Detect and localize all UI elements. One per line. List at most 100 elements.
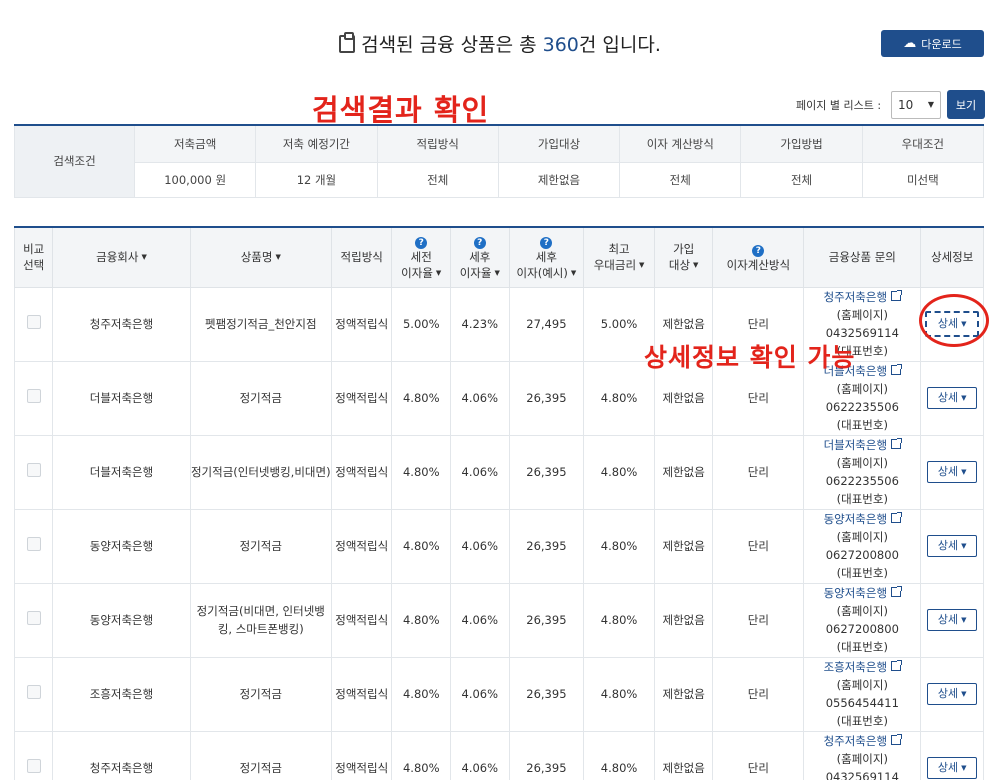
detail-button[interactable]: 상세 ▼ [927,461,978,483]
phone-note: (대표번호) [836,640,888,654]
detail-button[interactable]: 상세 ▼ [927,387,978,409]
detail-button[interactable]: 상세 ▼ [927,757,978,779]
col-product-sort[interactable]: 상품명 ▼ [189,226,332,288]
detail-cell: 상세 ▼ [920,508,984,584]
phone-note: (대표번호) [836,566,888,580]
product-cell: 정기적금 [189,360,332,436]
phone-note: (대표번호) [836,418,888,432]
bank-homepage-link[interactable]: 더블저축은행 [824,438,903,452]
external-link-icon [891,364,903,375]
detail-cell: 상세 ▼ [920,582,984,658]
search-conditions-label: 검색조건 [14,124,135,198]
compare-checkbox[interactable] [26,684,41,699]
interest-cell: 26,395 [508,434,585,510]
product-cell: 정기적금 [189,656,332,732]
view-button[interactable]: 보기 [947,90,986,119]
compare-checkbox[interactable] [26,536,41,551]
col-pretax-sort[interactable]: ? 세전 이자율 ▼ [391,226,452,288]
external-link-icon [891,586,903,597]
homepage-note: (홈페이지) [836,456,888,470]
pretax-rate-cell: 4.80% [391,656,452,732]
bank-homepage-link[interactable]: 조흥저축은행 [824,660,903,674]
col-posttax-sort[interactable]: ? 세후 이자율 ▼ [450,226,510,288]
bank-homepage-link[interactable]: 동양저축은행 [824,586,903,600]
annotation-detail-info: 상세정보 확인 가능 [644,343,856,372]
col-max-rate-sort[interactable]: 최고 우대금리 ▼ [583,226,655,288]
detail-button[interactable]: 상세 ▼ [927,609,978,631]
compare-checkbox[interactable] [26,758,41,773]
homepage-note: (홈페이지) [836,752,888,766]
detail-button[interactable]: 상세 ▼ [927,535,978,557]
target-cell: 제한없음 [653,508,714,584]
col-compare: 비교 선택 [13,226,54,288]
method-cell: 정액적립식 [330,434,393,510]
help-icon[interactable]: ? [415,237,428,250]
download-button[interactable]: ☁ 다운로드 [881,30,984,57]
method-cell: 정액적립식 [330,730,393,780]
bank-homepage-link[interactable]: 청주저축은행 [824,290,903,304]
compare-cell [13,508,54,584]
col-interest-sort[interactable]: ? 세후 이자(예시) ▼ [508,226,585,288]
condition-header: 가입대상 [497,124,621,163]
product-cell: 펫팸정기적금_천안지점 [189,286,332,362]
max-rate-cell: 4.80% [583,730,655,780]
help-icon[interactable]: ? [473,237,486,250]
company-cell: 더블저축은행 [52,434,191,510]
external-link-icon [891,438,903,449]
external-link-icon [891,290,903,301]
col-company-sort[interactable]: 금융회사 ▼ [52,226,191,288]
external-link-icon [891,512,903,523]
pretax-rate-cell: 4.80% [391,582,452,658]
bank-homepage-link[interactable]: 청주저축은행 [824,734,903,748]
condition-value: 미선택 [861,161,985,198]
col-calc: ? 이자계산방식 [712,226,805,288]
condition-value: 전체 [740,161,863,198]
phone-number: 0627200800 [825,622,899,636]
condition-value: 제한없음 [497,161,621,198]
cloud-download-icon: ☁ [903,36,917,51]
condition-header: 가입방법 [740,124,863,163]
detail-cell: 상세 ▼ [920,434,984,510]
page-size-label: 페이지 별 리스트 : [796,98,882,112]
calc-cell: 단리 [712,434,805,510]
pretax-rate-cell: 4.80% [391,508,452,584]
homepage-note: (홈페이지) [836,604,888,618]
col-target-sort[interactable]: 가입 대상 ▼ [653,226,714,288]
result-count: 360 [542,34,579,56]
condition-header: 적립방식 [376,124,499,163]
phone-number: 0556454411 [825,696,899,710]
help-icon[interactable]: ? [540,237,553,250]
detail-cell: 상세 ▼ [920,730,984,780]
external-link-icon [891,660,903,671]
clipboard-icon [339,32,356,53]
condition-value: 12 개월 [255,161,378,198]
bank-homepage-link[interactable]: 동양저축은행 [824,512,903,526]
company-cell: 청주저축은행 [52,286,191,362]
col-detail: 상세정보 [920,226,984,288]
method-cell: 정액적립식 [330,656,393,732]
compare-checkbox[interactable] [26,314,41,329]
detail-cell: 상세 ▼ [920,656,984,732]
help-icon[interactable]: ? [752,245,765,258]
annotation-search-result: 검색결과 확인 [312,93,490,127]
condition-header: 이자 계산방식 [619,124,742,163]
inquiry-cell: 조흥저축은행 (홈페이지) 0556454411 (대표번호) [803,656,922,732]
chevron-down-icon: ▼ [961,542,967,550]
result-title: 검색된 금융 상품은 총 360건 입니다. [0,30,1000,57]
max-rate-cell: 4.80% [583,508,655,584]
result-title-suffix: 건 입니다. [578,34,661,56]
page-size-select[interactable]: 10 ▼ [891,90,942,119]
condition-value: 전체 [619,161,742,198]
product-cell: 정기적금 [189,508,332,584]
compare-checkbox[interactable] [26,610,41,625]
compare-checkbox[interactable] [26,388,41,403]
detail-button[interactable]: 상세 ▼ [927,683,978,705]
page-size-value: 10 [898,97,914,112]
posttax-rate-cell: 4.06% [450,434,510,510]
homepage-note: (홈페이지) [836,308,888,322]
product-cell: 정기적금(인터넷뱅킹,비대면) [189,434,332,510]
table-row: 조흥저축은행 정기적금 정액적립식 4.80% 4.06% 26,395 4.80% 제한없음… [13,656,984,732]
compare-checkbox[interactable] [26,462,41,477]
condition-header: 저축금액 [133,124,257,163]
table-row: 청주저축은행 정기적금 정액적립식 4.80% 4.06% 26,395 4.80% 제한없음… [13,730,984,780]
